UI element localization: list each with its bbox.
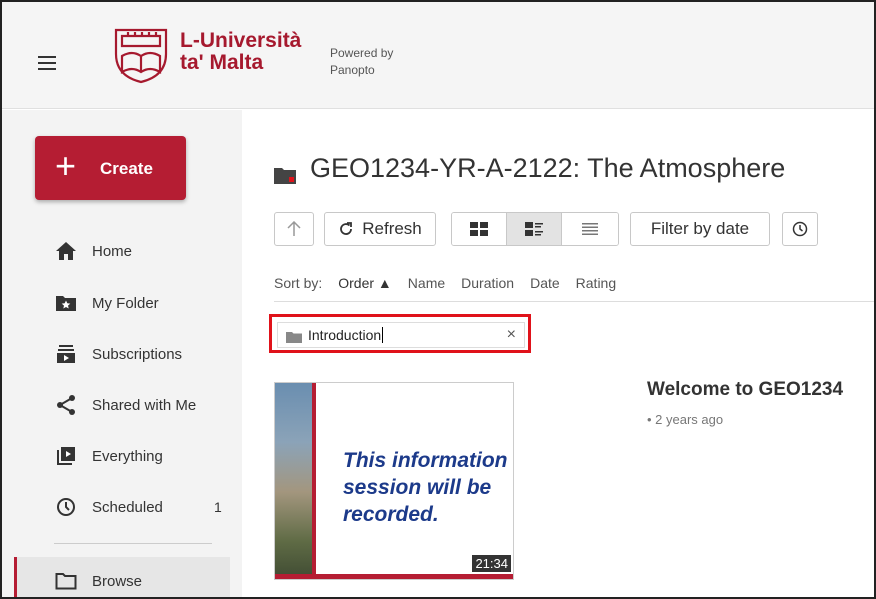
folder-outline-icon [54, 570, 78, 592]
sidebar-item-label: Shared with Me [92, 396, 197, 414]
scheduled-filter-button[interactable] [782, 212, 818, 246]
slide-text: This information session will be recorde… [343, 449, 508, 526]
sidebar-item-my-folder[interactable]: My Folder [54, 290, 159, 316]
video-title-link[interactable]: Welcome to GEO1234 [647, 379, 843, 401]
sidebar-item-shared-with-me[interactable]: Shared with Me [54, 392, 196, 418]
top-header: L-Università ta' Malta Powered by Panopt… [2, 2, 874, 109]
everything-icon [54, 445, 78, 467]
detail-view-icon [525, 222, 543, 236]
sidebar-item-label: Browse [92, 572, 143, 590]
video-thumbnail[interactable]: This information session will be recorde… [274, 382, 514, 580]
subscriptions-icon [54, 343, 78, 365]
grid-view-icon [470, 222, 488, 236]
filter-by-date-button[interactable]: Filter by date [630, 212, 770, 246]
sort-divider [274, 301, 874, 302]
video-date: • 2 years ago [647, 412, 724, 427]
campus-photo-strip [275, 383, 312, 579]
sidebar-divider [54, 543, 212, 544]
list-view-icon [582, 223, 598, 235]
sort-option-duration[interactable]: Duration [461, 275, 514, 291]
duration-badge: 21:34 [472, 555, 511, 572]
sort-option-date[interactable]: Date [530, 275, 560, 291]
sidebar-item-label: Scheduled [92, 498, 163, 516]
text-cursor [382, 327, 384, 343]
up-folder-button[interactable] [274, 212, 314, 246]
share-icon [54, 394, 78, 416]
detail-view-button[interactable] [507, 213, 562, 245]
thumbnail-accent-bar [312, 383, 316, 579]
folder-icon [274, 160, 296, 184]
toolbar: Refresh Filter by date [2, 212, 874, 246]
folder-title: GEO1234-YR-A-2122: The Atmosphere [274, 153, 785, 184]
close-icon[interactable]: × [507, 326, 516, 344]
subfolder-chip-introduction[interactable]: Introduction × [277, 322, 525, 348]
grid-view-button[interactable] [452, 213, 507, 245]
app-window: L-Università ta' Malta Powered by Panopt… [0, 0, 876, 599]
powered-by-panopto: Powered by Panopto [330, 46, 394, 77]
sidebar-item-subscriptions[interactable]: Subscriptions [54, 341, 182, 367]
clock-icon [54, 496, 78, 518]
sidebar-item-label: Subscriptions [92, 345, 183, 363]
folder-icon [286, 330, 302, 343]
sidebar-item-label: My Folder [92, 294, 159, 312]
sort-bar: Sort by: Order ▲ Name Duration Date Rati… [274, 275, 632, 291]
refresh-button[interactable]: Refresh [324, 212, 436, 246]
refresh-icon [340, 222, 353, 235]
sort-option-order[interactable]: Order ▲ [338, 275, 392, 291]
university-name: L-Università ta' Malta [180, 29, 302, 74]
view-mode-toggle [451, 212, 619, 246]
sort-label: Sort by: [274, 275, 323, 291]
thumbnail-bottom-bar [275, 574, 513, 579]
scheduled-count-badge: 1 [214, 499, 222, 515]
arrow-up-icon [287, 221, 301, 236]
create-button[interactable]: + Create [35, 136, 186, 200]
sort-option-name[interactable]: Name [408, 275, 445, 291]
list-view-button[interactable] [562, 213, 618, 245]
star-folder-icon [54, 292, 78, 314]
sidebar-item-label: Everything [92, 447, 163, 465]
sort-option-rating[interactable]: Rating [576, 275, 616, 291]
sidebar-item-scheduled[interactable]: Scheduled 1 [54, 494, 222, 520]
university-crest-logo[interactable] [108, 26, 174, 84]
sidebar-item-browse[interactable]: Browse [54, 568, 142, 594]
plus-icon: + [55, 145, 77, 186]
clock-icon [792, 221, 808, 237]
hamburger-menu-icon[interactable] [38, 56, 56, 70]
sidebar-item-everything[interactable]: Everything [54, 443, 163, 469]
